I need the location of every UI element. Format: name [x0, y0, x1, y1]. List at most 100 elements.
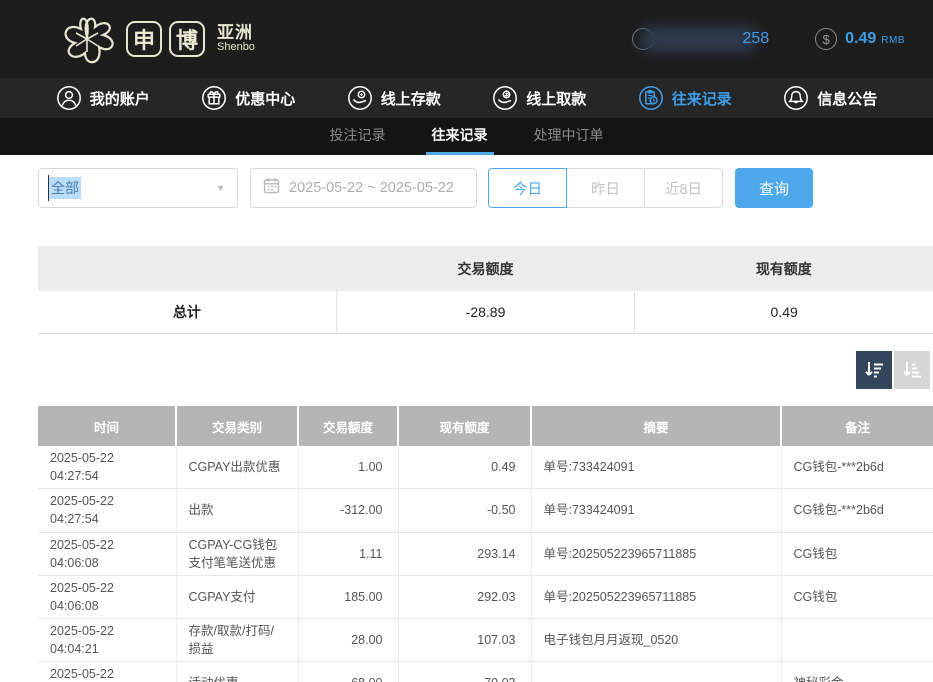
brand-region: 亚洲 — [217, 24, 255, 42]
subnav-betting-records[interactable]: 投注记录 — [324, 118, 392, 155]
sort-descending-icon[interactable] — [856, 351, 892, 389]
cell-summary: 电子钱包月月返现_0520 — [531, 619, 781, 662]
sub-nav: 投注记录 往来记录 处理中订单 — [0, 118, 933, 155]
dollar-circle-icon: $ — [815, 28, 837, 50]
table-row: 2025-05-22 04:06:08CGPAY-CG钱包支付笔笔送优惠1.11… — [38, 532, 933, 575]
username-suffix: 258 — [742, 30, 769, 48]
today-button[interactable]: 今日 — [488, 168, 567, 208]
top-header: 申 博 亚洲 Shenbo 258 $ 0.49 RMB — [0, 0, 933, 78]
balance-currency: RMB — [881, 32, 905, 46]
table-row: 2025-05-22 04:04:21存款/取款/打码/损益28.00107.0… — [38, 619, 933, 662]
cell-time: 2025-05-22 04:04:18 — [38, 662, 176, 682]
header-account-area: 258 $ 0.49 RMB — [632, 26, 905, 52]
cell-category: CGPAY支付 — [176, 575, 298, 618]
page: 申 博 亚洲 Shenbo 258 $ 0.49 RMB — [0, 0, 933, 682]
nav-item-my-account[interactable]: 我的账户 — [56, 85, 150, 111]
brand-name-boxes: 申 博 — [126, 21, 205, 57]
username-chip[interactable]: 258 — [632, 26, 769, 52]
col-header-amount: 交易额度 — [298, 406, 398, 446]
cell-remark: CG钱包-***2b6d — [781, 446, 933, 489]
sort-ascending-icon[interactable] — [894, 351, 930, 389]
subnav-pending-orders[interactable]: 处理中订单 — [528, 118, 610, 155]
cell-summary: 单号:733424091 — [531, 446, 781, 489]
nav-item-promotions[interactable]: 优惠中心 — [201, 85, 295, 111]
cell-summary — [531, 662, 781, 682]
date-range-value: 2025-05-22 ~ 2025-05-22 — [289, 180, 454, 196]
type-select-value: 全部 — [49, 177, 81, 199]
col-header-remark: 备注 — [781, 406, 933, 446]
brand-subtitle: Shenbo — [217, 42, 255, 54]
cell-time: 2025-05-22 04:04:21 — [38, 619, 176, 662]
cell-amount: 185.00 — [298, 575, 398, 618]
nav-item-announcements[interactable]: 信息公告 — [783, 85, 877, 111]
quick-date-group: 今日 昨日 近8日 — [488, 168, 723, 208]
cell-amount: 68.00 — [298, 662, 398, 682]
date-range-picker[interactable]: 2025-05-22 ~ 2025-05-22 — [250, 168, 477, 208]
brand-char-2: 博 — [169, 21, 205, 57]
cell-time: 2025-05-22 04:06:08 — [38, 532, 176, 575]
brand-logo: 申 博 亚洲 Shenbo — [58, 10, 255, 68]
cell-remark: CG钱包 — [781, 532, 933, 575]
cell-amount: -312.00 — [298, 489, 398, 532]
cell-summary: 单号:733424091 — [531, 489, 781, 532]
cell-category: 出款 — [176, 489, 298, 532]
type-select[interactable]: 全部 ▼ — [38, 168, 238, 208]
cell-balance: 107.03 — [398, 619, 531, 662]
col-header-category: 交易类别 — [176, 406, 298, 446]
balance-display[interactable]: $ 0.49 RMB — [815, 28, 905, 50]
transactions-header: 时间 交易类别 交易额度 现有额度 摘要 备注 — [38, 406, 933, 446]
table-row: 2025-05-22 04:27:54出款-312.00-0.50单号:7334… — [38, 489, 933, 532]
col-header-balance: 现有额度 — [398, 406, 531, 446]
cell-remark: 神秘彩金 — [781, 662, 933, 682]
cell-amount: 28.00 — [298, 619, 398, 662]
summary-header: 交易额度 现有额度 — [38, 246, 933, 291]
cell-remark: CG钱包-***2b6d — [781, 489, 933, 532]
cell-balance: 293.14 — [398, 532, 531, 575]
cell-category: 存款/取款/打码/损益 — [176, 619, 298, 662]
user-icon — [56, 85, 82, 111]
nav-item-withdraw[interactable]: 线上取款 — [492, 85, 586, 111]
transactions-table: 时间 交易类别 交易额度 现有额度 摘要 备注 2025-05-22 04:27… — [38, 406, 933, 682]
subnav-transaction-records[interactable]: 往来记录 — [426, 118, 494, 155]
cell-balance: 79.03 — [398, 662, 531, 682]
deposit-icon — [347, 85, 373, 111]
summary-total-label: 总计 — [38, 302, 336, 322]
withdraw-icon — [492, 85, 518, 111]
summary-total-row: 总计 -28.89 0.49 — [38, 291, 933, 334]
cell-time: 2025-05-22 04:27:54 — [38, 446, 176, 489]
cell-category: CGPAY-CG钱包支付笔笔送优惠 — [176, 532, 298, 575]
brand-region-block: 亚洲 Shenbo — [217, 24, 255, 53]
sort-controls — [0, 351, 930, 389]
cell-summary: 单号:202505223965711885 — [531, 575, 781, 618]
cell-remark — [781, 619, 933, 662]
chevron-down-icon: ▼ — [216, 183, 225, 193]
summary-header-balance: 现有额度 — [635, 259, 933, 279]
transactions-body: 2025-05-22 04:27:54CGPAY出款优惠1.000.49单号:7… — [38, 446, 933, 682]
yesterday-button[interactable]: 昨日 — [566, 168, 645, 208]
cell-balance: -0.50 — [398, 489, 531, 532]
summary-total-transaction: -28.89 — [336, 291, 635, 333]
cell-balance: 0.49 — [398, 446, 531, 489]
table-row: 2025-05-22 04:27:54CGPAY出款优惠1.000.49单号:7… — [38, 446, 933, 489]
cell-amount: 1.00 — [298, 446, 398, 489]
username-redacted — [640, 26, 758, 52]
table-row: 2025-05-22 04:04:18活动优惠68.0079.03 神秘彩金 — [38, 662, 933, 682]
nav-item-deposit[interactable]: 线上存款 — [347, 85, 441, 111]
filter-row: 全部 ▼ 2025-05-22 ~ 2025-05-22 今日 昨日 近8日 查… — [38, 168, 933, 208]
cell-amount: 1.11 — [298, 532, 398, 575]
cell-category: 活动优惠 — [176, 662, 298, 682]
summary-total-balance: 0.49 — [634, 291, 933, 333]
cell-time: 2025-05-22 04:06:08 — [38, 575, 176, 618]
brand-char-1: 申 — [126, 21, 162, 57]
search-button[interactable]: 查询 — [735, 168, 813, 208]
balance-amount: 0.49 — [845, 30, 876, 48]
records-icon — [638, 85, 664, 111]
col-header-time: 时间 — [38, 406, 176, 446]
cell-summary: 单号:202505223965711885 — [531, 532, 781, 575]
flower-logo-icon — [58, 10, 116, 68]
cell-time: 2025-05-22 04:27:54 — [38, 489, 176, 532]
nav-item-transactions[interactable]: 往来记录 — [638, 85, 732, 111]
cell-remark: CG钱包 — [781, 575, 933, 618]
cell-category: CGPAY出款优惠 — [176, 446, 298, 489]
last-8-days-button[interactable]: 近8日 — [644, 168, 723, 208]
